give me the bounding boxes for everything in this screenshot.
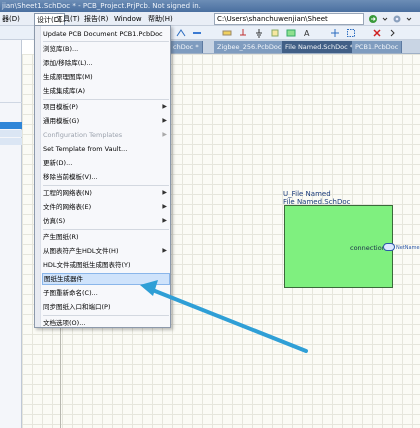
submenu-arrow-icon: ▶ bbox=[162, 103, 167, 110]
menu-separator bbox=[43, 41, 169, 42]
menu-add-remove-library[interactable]: 添加/移除库(L)... bbox=[42, 57, 170, 69]
menu-separator bbox=[43, 185, 169, 186]
menu-create-symbol-from-sheet[interactable]: HDL文件或图纸生成图表符(Y) bbox=[42, 259, 170, 271]
menu-document-options[interactable]: 文档选项(O)... bbox=[42, 317, 170, 329]
menu-create-hdl-from-symbol[interactable]: 从图表符产生HDL文件(H) ▶ bbox=[42, 245, 170, 257]
part-tool-icon[interactable] bbox=[270, 28, 280, 38]
menu-item-label: 仿真(S) bbox=[43, 217, 66, 225]
wire-tool-icon[interactable] bbox=[176, 28, 186, 38]
menu-rename-child-sheet[interactable]: 子图重新命名(C)... bbox=[42, 287, 170, 299]
menu-browse-library[interactable]: 浏览库(B)... bbox=[42, 43, 170, 55]
submenu-arrow-icon: ▶ bbox=[162, 203, 167, 210]
menu-project-netlist[interactable]: 工程的网络表(N) ▶ bbox=[42, 187, 170, 199]
menu-create-component-from-sheet[interactable]: 图纸生成器件 bbox=[42, 273, 170, 285]
menu-general-templates[interactable]: 通用模板(G) ▶ bbox=[42, 115, 170, 127]
menu-item-label: 工程的网络表(N) bbox=[43, 189, 92, 197]
menu-simulate[interactable]: 仿真(S) ▶ bbox=[42, 215, 170, 227]
sheet-symbol-designator: U_File Named bbox=[283, 190, 331, 198]
svg-text:A: A bbox=[304, 29, 310, 38]
menu-make-schematic-library[interactable]: 生成原理图库(M) bbox=[42, 71, 170, 83]
submenu-arrow-icon: ▶ bbox=[162, 117, 167, 124]
menu-configuration-templates: Configuration Templates ▶ bbox=[42, 129, 170, 141]
menu-synchronize-sheet-entries[interactable]: 同步图纸入口和端口(P) bbox=[42, 301, 170, 313]
tab-pcb1-pcbdoc[interactable]: PCB1.PcbDoc bbox=[352, 41, 403, 53]
text-tool-icon[interactable]: A bbox=[302, 28, 312, 38]
menu-item-devices[interactable]: 器(D) bbox=[0, 13, 22, 25]
sheet-entry[interactable] bbox=[383, 243, 395, 251]
submenu-arrow-icon: ▶ bbox=[162, 217, 167, 224]
menu-item-help[interactable]: 帮助(H) bbox=[146, 13, 175, 25]
menu-document-netlist[interactable]: 文件的网络表(E) ▶ bbox=[42, 201, 170, 213]
panel-divider bbox=[0, 102, 22, 103]
menu-set-template-from-vault[interactable]: Set Template from Vault... bbox=[42, 143, 170, 155]
panel-selected-row[interactable] bbox=[0, 122, 22, 129]
tab-sheet-schdoc[interactable]: chDoc * bbox=[170, 41, 203, 53]
navigate-go-icon[interactable] bbox=[368, 14, 378, 24]
menu-item-tools[interactable]: 工具(T) bbox=[54, 13, 82, 25]
menu-item-label: 项目模板(P) bbox=[43, 103, 78, 111]
delete-icon[interactable] bbox=[372, 28, 382, 38]
address-box[interactable]: C:\Users\shanchuwenjian\Sheet bbox=[214, 13, 364, 25]
dropdown-arrow-icon[interactable] bbox=[380, 14, 390, 24]
submenu-arrow-icon: ▶ bbox=[162, 189, 167, 196]
menu-item-label: 通用模板(G) bbox=[43, 117, 80, 125]
menu-update-pcb[interactable]: Update PCB Document PCB1.PcbDoc bbox=[42, 28, 170, 40]
chevron-right-icon[interactable] bbox=[388, 28, 398, 38]
menu-item-label: 从图表符产生HDL文件(H) bbox=[43, 247, 119, 255]
submenu-arrow-icon: ▶ bbox=[162, 247, 167, 254]
sheet-tool-icon[interactable] bbox=[286, 28, 296, 38]
net-label: NetNameNet bbox=[396, 245, 420, 251]
bus-tool-icon[interactable] bbox=[192, 28, 202, 38]
menu-item-label: 文件的网络表(E) bbox=[43, 203, 92, 211]
window-title: jian\Sheet1.SchDoc * - PCB_Project.PrjPc… bbox=[2, 2, 201, 10]
power-tool-icon[interactable] bbox=[238, 28, 248, 38]
dropdown-arrow-icon[interactable] bbox=[404, 14, 414, 24]
panel-row[interactable] bbox=[0, 138, 22, 145]
port-tool-icon[interactable] bbox=[222, 28, 232, 38]
window-title-bar: jian\Sheet1.SchDoc * - PCB_Project.PrjPc… bbox=[0, 0, 420, 12]
menu-icon-gutter bbox=[35, 26, 41, 327]
menu-separator bbox=[43, 99, 169, 100]
tab-file-named-schdoc[interactable]: File Named.SchDoc * bbox=[282, 41, 358, 53]
menu-project-templates[interactable]: 项目模板(P) ▶ bbox=[42, 101, 170, 113]
gnd-tool-icon[interactable] bbox=[254, 28, 264, 38]
menu-make-integrated-library[interactable]: 生成集成库(A) bbox=[42, 85, 170, 97]
menu-create-sheet[interactable]: 产生图纸(R) bbox=[42, 231, 170, 243]
projects-panel bbox=[0, 40, 22, 428]
document-tabs: chDoc * Zigbee_256.PcbDoc.htm File Named… bbox=[170, 40, 420, 54]
submenu-arrow-icon: ▶ bbox=[162, 131, 167, 138]
menu-remove-current-template[interactable]: 移除当前模板(V)... bbox=[42, 171, 170, 183]
design-menu-dropdown: Update PCB Document PCB1.PcbDoc 浏览库(B)..… bbox=[34, 25, 171, 328]
select-tool-icon[interactable] bbox=[346, 28, 356, 38]
menu-item-reports[interactable]: 报告(R) bbox=[82, 13, 110, 25]
sheet-entry-label: connection bbox=[350, 244, 386, 252]
move-tool-icon[interactable] bbox=[330, 28, 340, 38]
menu-update-template[interactable]: 更新(D)... bbox=[42, 157, 170, 169]
panel-row[interactable] bbox=[0, 130, 22, 137]
settings-icon[interactable] bbox=[392, 14, 402, 24]
menu-separator bbox=[43, 229, 169, 230]
menu-separator bbox=[43, 315, 169, 316]
menu-item-window[interactable]: Window bbox=[112, 13, 144, 25]
sheet-border-line bbox=[60, 320, 61, 428]
menu-item-label: Configuration Templates bbox=[43, 131, 123, 139]
